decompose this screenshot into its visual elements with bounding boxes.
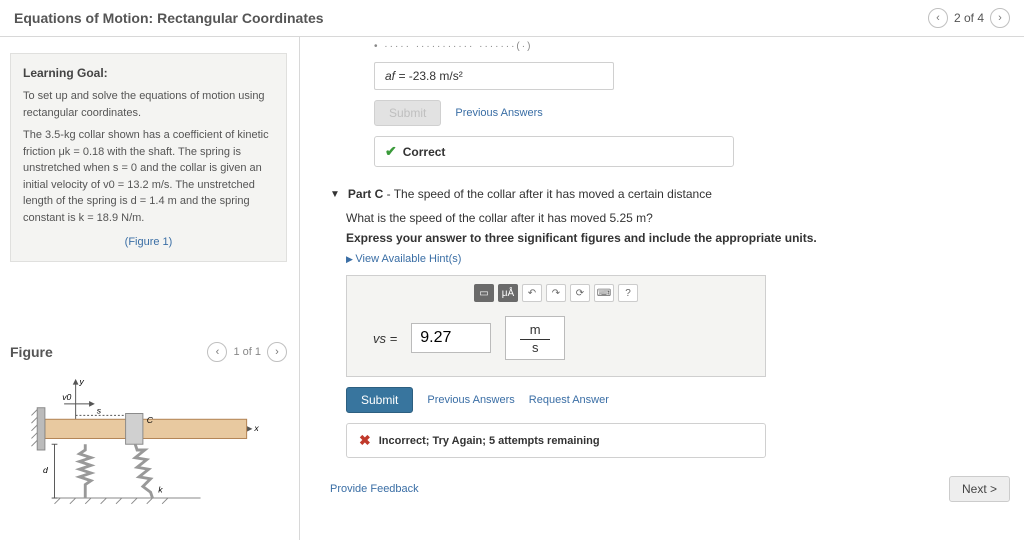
provide-feedback-link[interactable]: Provide Feedback: [330, 483, 419, 495]
figure-page-position: 1 of 1: [233, 346, 261, 358]
partC-instructions: Express your answer to three significant…: [346, 231, 1010, 245]
learning-goal-heading: Learning Goal:: [23, 64, 274, 82]
prev-page-button[interactable]: ‹: [928, 8, 948, 28]
top-bar: Equations of Motion: Rectangular Coordin…: [0, 0, 1024, 37]
tool-template-icon[interactable]: ▭: [474, 284, 494, 302]
tool-undo-icon[interactable]: ↶: [522, 284, 542, 302]
page-nav: ‹ 2 of 4 ›: [928, 8, 1010, 28]
partC-header[interactable]: ▼ Part C - The speed of the collar after…: [330, 187, 1010, 201]
partB-answer-display: af = -23.8 m/s²: [374, 62, 614, 90]
hints-cut-off: • ····· ··········· ·······(·): [374, 41, 1010, 52]
figure-prev-button[interactable]: ‹: [207, 342, 227, 362]
next-page-button[interactable]: ›: [990, 8, 1010, 28]
figure-heading: Figure: [10, 344, 53, 360]
eq-label: vs =: [373, 331, 397, 346]
k-label: k: [158, 484, 163, 494]
next-button[interactable]: Next >: [949, 476, 1010, 502]
check-icon: ✔: [385, 143, 397, 160]
s-label: s: [97, 405, 102, 415]
partC-previous-answers-link[interactable]: Previous Answers: [427, 394, 514, 406]
page-title: Equations of Motion: Rectangular Coordin…: [14, 10, 324, 26]
figure-pager: ‹ 1 of 1 ›: [207, 342, 287, 362]
v0-label: v0: [62, 392, 71, 402]
tool-help-icon[interactable]: ?: [618, 284, 638, 302]
tool-redo-icon[interactable]: ↷: [546, 284, 566, 302]
collar-label: C: [147, 415, 154, 425]
page-position: 2 of 4: [954, 11, 984, 25]
tool-keyboard-icon[interactable]: ⌨: [594, 284, 614, 302]
tool-reset-icon[interactable]: ⟳: [570, 284, 590, 302]
learning-goal-intro: To set up and solve the equations of mot…: [23, 88, 274, 121]
partC-value-input[interactable]: [411, 323, 491, 353]
tool-units-icon[interactable]: μÅ: [498, 284, 518, 302]
partB-submit-button: Submit: [374, 100, 441, 126]
x-icon: ✖: [359, 432, 371, 449]
axis-y-label: y: [78, 376, 84, 386]
partC-incorrect-feedback: ✖ Incorrect; Try Again; 5 attempts remai…: [346, 423, 766, 458]
partC-request-answer-link[interactable]: Request Answer: [529, 394, 609, 406]
partB-previous-answers-link[interactable]: Previous Answers: [455, 107, 542, 119]
partB-correct-feedback: ✔ Correct: [374, 136, 734, 167]
axis-x-label: x: [253, 422, 259, 432]
partC-units-input[interactable]: m s: [505, 316, 565, 360]
caret-down-icon: ▼: [330, 189, 340, 200]
partC-question: What is the speed of the collar after it…: [346, 211, 1010, 225]
partC-hints-toggle[interactable]: View Available Hint(s): [346, 253, 1010, 265]
d-label: d: [43, 465, 49, 475]
input-toolbar: ▭ μÅ ↶ ↷ ⟳ ⌨ ?: [357, 284, 755, 302]
figure-image: y x C v0 s: [18, 370, 287, 530]
partC-input-panel: ▭ μÅ ↶ ↷ ⟳ ⌨ ? vs = m s: [346, 275, 766, 377]
figure-link[interactable]: (Figure 1): [23, 234, 274, 251]
partC-submit-button[interactable]: Submit: [346, 387, 413, 413]
learning-goal-panel: Learning Goal: To set up and solve the e…: [10, 53, 287, 262]
learning-goal-body: The 3.5-kg collar shown has a coefficien…: [23, 127, 274, 226]
figure-next-button[interactable]: ›: [267, 342, 287, 362]
